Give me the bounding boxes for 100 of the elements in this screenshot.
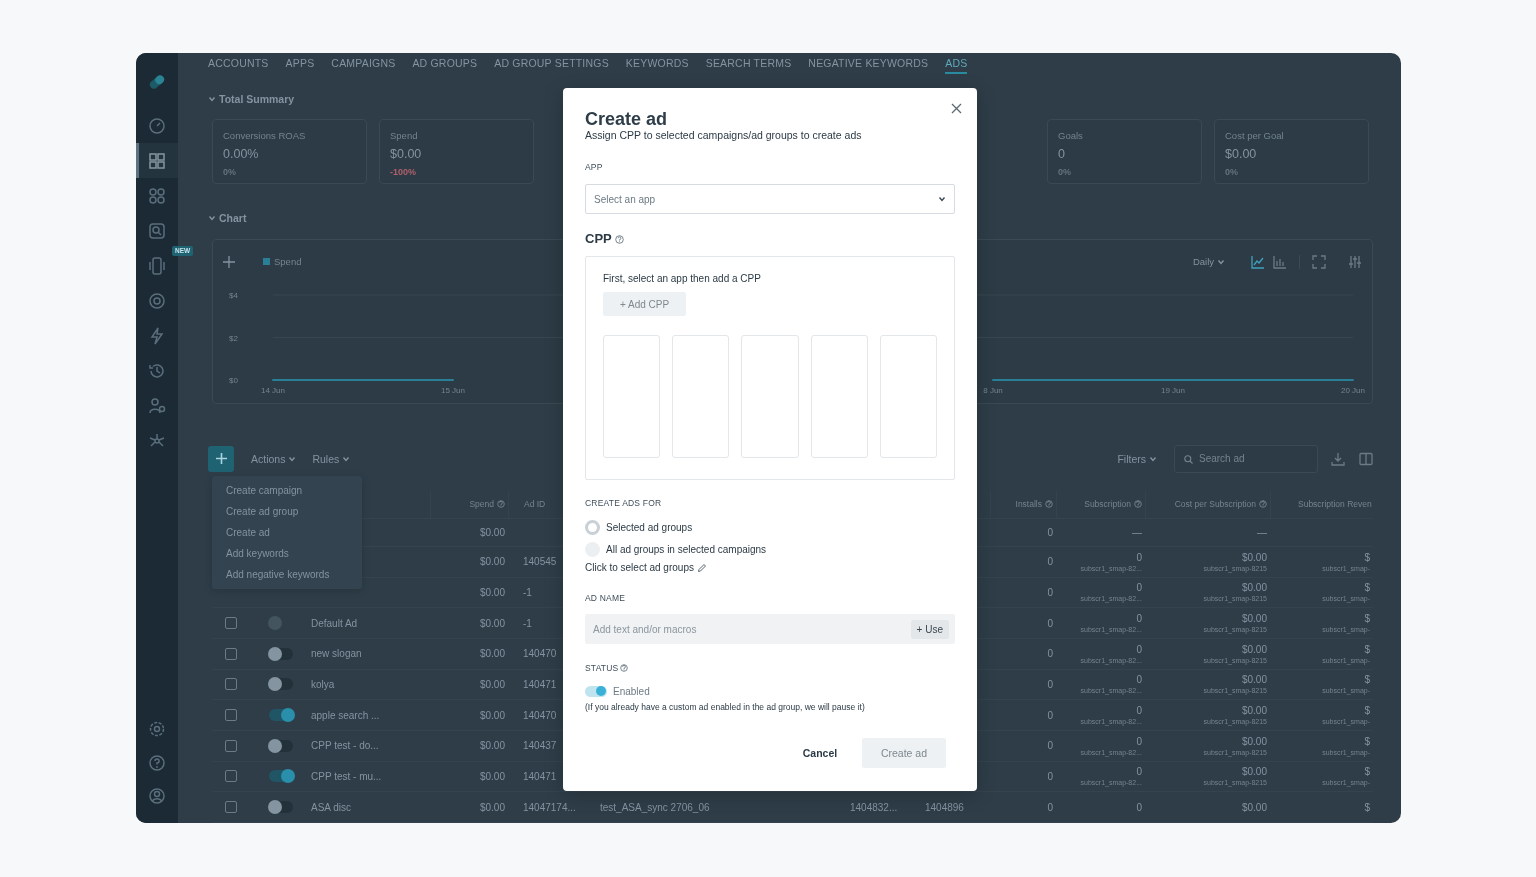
table-cell: 0 <box>1136 582 1142 594</box>
column-header[interactable]: Subscription <box>1084 499 1131 510</box>
table-cell: 0 <box>1047 617 1053 629</box>
nav-tab[interactable]: APPS <box>285 53 315 74</box>
rules-dropdown[interactable]: Rules <box>312 452 351 465</box>
toggle-switch[interactable] <box>269 770 293 783</box>
table-cell: 0 <box>1047 556 1053 568</box>
metric-change: -100% <box>390 166 417 177</box>
gauge-icon <box>148 116 166 135</box>
checkbox[interactable] <box>225 709 237 722</box>
select-groups-link[interactable]: Click to select ad groups <box>585 561 707 575</box>
section-title[interactable]: Chart <box>219 211 247 224</box>
line-chart-icon[interactable] <box>1251 254 1265 269</box>
chevron-icon <box>288 454 297 463</box>
column-header[interactable]: Installs <box>1015 499 1042 510</box>
radio-option[interactable]: All ad groups in selected campaigns <box>585 540 767 558</box>
column-header[interactable]: Ad ID <box>524 499 546 510</box>
menu-item[interactable]: Create campaign <box>212 479 362 501</box>
cancel-button[interactable]: Cancel <box>790 738 850 768</box>
table-cell: 0 <box>1047 678 1053 690</box>
menu-item[interactable]: Create ad group <box>212 500 362 522</box>
table-cell: 0 <box>1047 586 1053 598</box>
table-cell: $ <box>1364 643 1370 655</box>
sliders-icon[interactable] <box>1348 254 1362 269</box>
ad-name[interactable]: kolya <box>303 678 427 690</box>
info-icon <box>620 664 629 672</box>
plus-icon[interactable] <box>223 255 235 268</box>
table-cell-text: 1404832... <box>850 801 899 813</box>
toggle-switch[interactable] <box>269 709 293 722</box>
bar-chart-icon[interactable] <box>1273 254 1287 269</box>
ad-name[interactable]: CPP test - do... <box>303 740 427 752</box>
chevron-icon <box>342 454 351 463</box>
nav-tab[interactable]: ADS <box>945 53 968 74</box>
close-button[interactable] <box>951 103 962 114</box>
menu-item[interactable]: Add keywords <box>212 542 362 564</box>
nav-tab[interactable]: AD GROUPS <box>412 53 478 74</box>
checkbox[interactable] <box>225 678 237 691</box>
table-cell-text: -1 <box>523 586 533 598</box>
table-cell: $0.00 <box>1241 801 1267 813</box>
table-cell: $ <box>1364 674 1370 686</box>
table-cell: 0 <box>1047 770 1053 782</box>
toggle-switch[interactable] <box>269 647 293 660</box>
table-cell-text: -1 <box>523 617 533 629</box>
interval-dropdown[interactable]: Daily <box>1192 256 1225 268</box>
table-cell: $ <box>1364 582 1370 594</box>
columns-icon[interactable] <box>1359 451 1373 466</box>
sidebar-item[interactable] <box>136 143 178 178</box>
toggle-switch[interactable] <box>269 739 293 752</box>
table-cell-text: 140437 <box>523 740 558 752</box>
menu-item[interactable]: Create ad <box>212 521 362 543</box>
field-label: STATUS <box>585 662 619 674</box>
axis-label: $2 <box>229 333 238 343</box>
radio-option[interactable]: Selected ad groups <box>585 518 693 536</box>
nav-tab[interactable]: ACCOUNTS <box>208 53 269 74</box>
nav-tab[interactable]: KEYWORDS <box>625 53 689 74</box>
toggle-switch[interactable] <box>269 801 293 814</box>
table-cell: $0.00 <box>479 648 505 660</box>
table-cell: $0.00 <box>479 740 505 752</box>
nav-tab[interactable]: AD GROUP SETTINGS <box>494 53 609 74</box>
ad-name[interactable]: ASA disc <box>303 801 427 813</box>
checkbox[interactable] <box>225 801 237 814</box>
toggle-switch[interactable] <box>269 678 293 691</box>
table-cell: 0 <box>1047 648 1053 660</box>
ad-name[interactable]: CPP test - mu... <box>303 770 427 782</box>
table-cell: $ <box>1364 735 1370 747</box>
nav-tab[interactable]: NEGATIVE KEYWORDS <box>808 53 929 74</box>
axis-label: 19 Jun <box>1161 385 1185 395</box>
search-field[interactable]: Search ad <box>1174 444 1318 473</box>
menu-item[interactable]: Add negative keywords <box>212 563 362 585</box>
table-cell-text: 140471 <box>523 678 558 690</box>
ad-name[interactable]: new slogan <box>303 648 427 660</box>
dialog-title: Create ad <box>585 108 669 130</box>
app-select[interactable]: Select an app <box>585 184 955 214</box>
download-icon[interactable] <box>1331 451 1345 466</box>
checkbox[interactable] <box>225 770 237 783</box>
column-header[interactable]: Spend <box>469 499 494 510</box>
add-button[interactable] <box>208 445 234 472</box>
column-header[interactable]: Subscription Reven <box>1298 499 1372 510</box>
filters-dropdown[interactable]: Filters <box>1117 452 1157 465</box>
table-cell-text: 140470 <box>523 648 558 660</box>
metric-label: Cost per Goal <box>1225 129 1285 142</box>
fullscreen-icon[interactable] <box>1312 254 1326 269</box>
checkbox[interactable] <box>225 739 237 752</box>
table-cell: $0.00 <box>479 770 505 782</box>
legend-label[interactable]: Spend <box>274 256 302 268</box>
table-cell: $0.00 <box>1241 643 1267 655</box>
metric-label: Conversions ROAS <box>223 129 307 142</box>
status-toggle[interactable] <box>585 685 607 697</box>
nav-tab[interactable]: SEARCH TERMS <box>705 53 792 74</box>
column-header[interactable]: Cost per Subscription <box>1174 499 1256 510</box>
total-cell: — <box>1132 526 1142 538</box>
actions-dropdown[interactable]: Actions <box>251 452 297 465</box>
table-cell: $ <box>1364 613 1370 625</box>
nav-tab[interactable]: CAMPAIGNS <box>331 53 396 74</box>
help-icon <box>148 753 166 772</box>
section-title[interactable]: Total Summary <box>219 92 295 105</box>
checkbox[interactable] <box>225 647 237 660</box>
axis-label: 14 Jun <box>261 385 285 395</box>
metric-value: $0.00 <box>390 145 423 162</box>
ad-name[interactable]: apple search ... <box>303 709 427 721</box>
